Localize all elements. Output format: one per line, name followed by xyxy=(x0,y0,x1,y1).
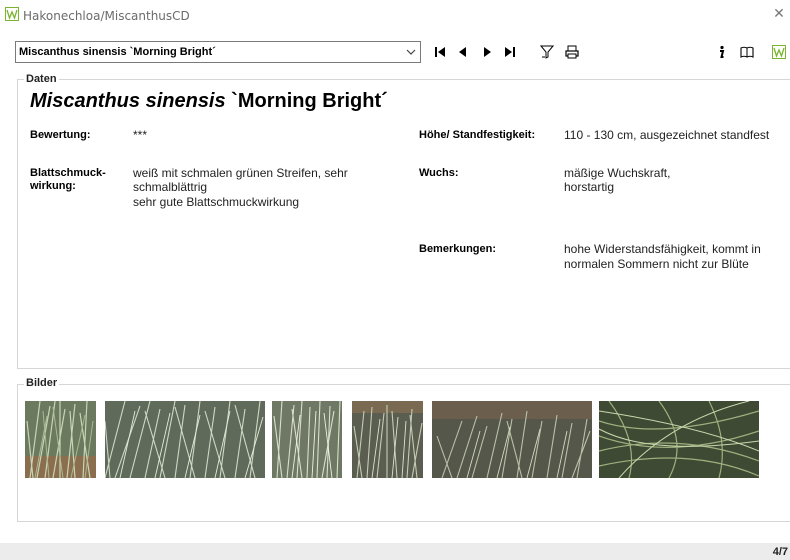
plant-select[interactable]: Miscanthus sinensis `Morning Bright´ xyxy=(15,41,421,63)
daten-group xyxy=(17,79,790,369)
info-icon[interactable] xyxy=(714,45,728,59)
plant-photo-2[interactable] xyxy=(105,401,265,478)
page-counter: 4/7 xyxy=(772,546,788,558)
plant-title-cultivar: `Morning Bright´ xyxy=(225,90,388,112)
plant-photo-2-image xyxy=(105,401,265,478)
hoehe-value: 110 - 130 cm, ausgezeichnet standfest xyxy=(564,128,770,142)
plant-photo-3[interactable] xyxy=(272,401,342,478)
bemerkungen-value-line1: hohe Widerstandsfähigkeit, kommt in xyxy=(564,242,761,256)
plant-photo-6[interactable] xyxy=(599,401,759,478)
bemerkungen-label: Bemerkungen: xyxy=(419,243,497,255)
bilder-group-label: Bilder xyxy=(24,377,60,389)
wuchs-label: Wuchs: xyxy=(419,167,459,179)
status-bar: 4/7 xyxy=(0,543,790,560)
filter-icon[interactable] xyxy=(540,45,554,59)
hoehe-label: Höhe/ Standfestigkeit: xyxy=(419,129,536,141)
blattschmuck-label-line2: wirkung: xyxy=(30,180,76,192)
print-icon[interactable] xyxy=(565,45,579,59)
blattschmuck-value-line1: weiß mit schmalen grünen Streifen, sehr xyxy=(133,166,348,180)
bewertung-label: Bewertung: xyxy=(30,129,91,141)
daten-group-label: Daten xyxy=(24,73,59,85)
plant-photo-5[interactable] xyxy=(432,401,592,478)
book-icon[interactable] xyxy=(740,45,754,59)
app-logo-icon xyxy=(5,7,19,21)
wuchs-value-line1: mäßige Wuchskraft, xyxy=(564,166,671,180)
window-title: Hakonechloa/MiscanthusCD xyxy=(23,9,190,23)
bemerkungen-value-line2: normalen Sommern nicht zur Blüte xyxy=(564,257,749,271)
app-logo-icon[interactable] xyxy=(772,45,786,59)
previous-record-icon[interactable] xyxy=(456,45,470,59)
plant-photo-6-image xyxy=(599,401,759,478)
chevron-down-icon[interactable] xyxy=(406,47,416,57)
close-icon[interactable]: ✕ xyxy=(772,6,786,22)
plant-photo-5-image xyxy=(432,401,592,478)
plant-photo-4-image xyxy=(352,401,423,478)
plant-select-value: Miscanthus sinensis `Morning Bright´ xyxy=(19,46,216,58)
next-record-icon[interactable] xyxy=(480,45,494,59)
wuchs-value-line2: horstartig xyxy=(564,180,615,194)
last-record-icon[interactable] xyxy=(503,45,517,59)
plant-photo-3-image xyxy=(272,401,342,478)
first-record-icon[interactable] xyxy=(433,45,447,59)
plant-title: Miscanthus sinensis `Morning Bright´ xyxy=(30,90,388,113)
bewertung-value: *** xyxy=(133,128,148,142)
plant-photo-1[interactable] xyxy=(25,401,96,478)
blattschmuck-value-line3: sehr gute Blattschmuckwirkung xyxy=(133,195,300,209)
title-bar: Hakonechloa/MiscanthusCD ✕ xyxy=(0,0,790,30)
plant-photo-4[interactable] xyxy=(352,401,423,478)
plant-photo-1-image xyxy=(25,401,96,478)
blattschmuck-label-line1: Blattschmuck- xyxy=(30,167,106,179)
blattschmuck-value-line2: schmalblättrig xyxy=(133,180,208,194)
plant-title-latin: Miscanthus sinensis xyxy=(30,90,226,112)
